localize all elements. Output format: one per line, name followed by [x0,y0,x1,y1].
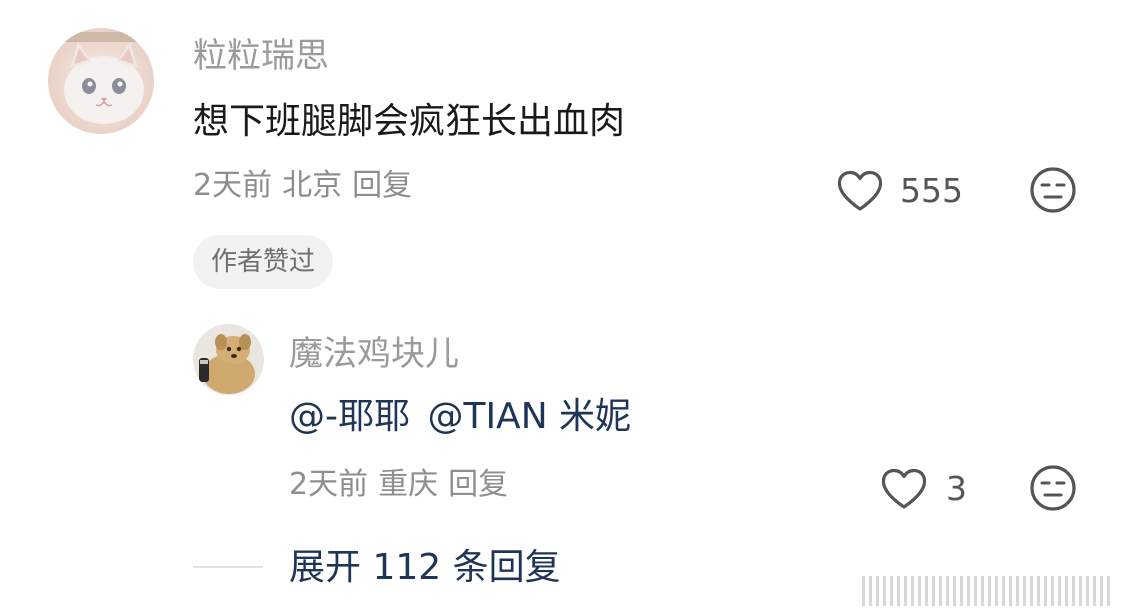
mention-link[interactable]: @-耶耶 [289,396,410,437]
comment-meta: 2天前 北京 回复 [193,168,422,204]
comment-like-button[interactable]: 555 [836,170,963,212]
watermark [862,576,1110,606]
reply-avatar[interactable] [193,324,264,395]
neutral-face-icon [1029,167,1077,218]
reply-dislike-button[interactable] [1029,464,1077,516]
comment-username[interactable]: 粒粒瑞思 [193,36,329,76]
reply-like-count: 3 [946,469,967,508]
expand-divider [193,566,263,568]
heart-outline-icon [880,468,928,510]
comment-like-count: 555 [900,171,963,210]
cat-avatar-icon [48,28,154,134]
dog-avatar-icon [193,324,264,395]
heart-outline-icon [836,170,884,212]
neutral-face-icon [1029,465,1077,516]
reply-reply-button[interactable]: 回复 [448,467,508,502]
comment-thread: 粒粒瑞思 想下班腿脚会疯狂长出血肉 2天前 北京 回复 555 作者赞过 魔法鸡… [0,0,1125,615]
comment-avatar[interactable] [48,28,154,134]
reply-text: @-耶耶 @TIAN 米妮 [289,395,631,439]
comment-reply-button[interactable]: 回复 [352,168,412,203]
reply-username[interactable]: 魔法鸡块儿 [289,334,459,374]
expand-replies-button[interactable]: 展开 112 条回复 [289,546,561,590]
reply-like-button[interactable]: 3 [880,468,967,510]
comment-location: 北京 [282,168,343,203]
comment-dislike-button[interactable] [1029,166,1077,218]
reply-meta: 2天前 重庆 回复 [289,467,518,503]
reply-time: 2天前 [289,467,369,502]
mention-link[interactable]: @TIAN 米妮 [427,396,631,437]
author-liked-badge: 作者赞过 [193,235,334,289]
comment-time: 2天前 [193,168,273,203]
reply-location: 重庆 [378,467,439,502]
comment-text: 想下班腿脚会疯狂长出血肉 [193,101,626,142]
